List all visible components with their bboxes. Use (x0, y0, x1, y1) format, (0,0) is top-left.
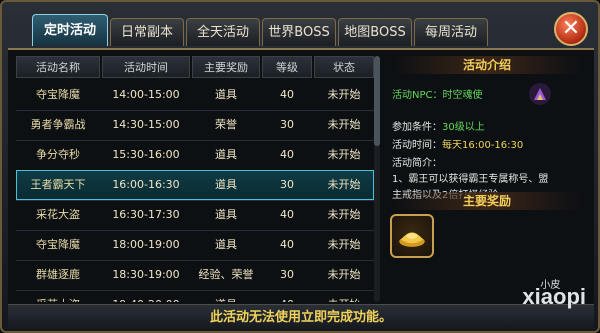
cell-level: 40 (280, 238, 294, 251)
cell-reward: 道具 (215, 88, 237, 101)
header-level: 等级 (262, 56, 312, 78)
table-row[interactable]: 采花大盗 16:30-17:30 道具 40 未开始 (16, 200, 374, 231)
cell-level: 30 (280, 118, 294, 131)
cell-level: 40 (280, 208, 294, 221)
cell-status: 未开始 (327, 208, 361, 221)
cell-reward: 道具 (192, 290, 260, 302)
cell-name: 夺宝降魔 (36, 238, 80, 251)
header-reward: 主要奖励 (192, 56, 260, 78)
condition-line: 参加条件：30级以上 (392, 118, 485, 133)
tab-weekly-activity[interactable]: 每周活动 (414, 18, 488, 46)
main-content: 活动名称 活动时间 主要奖励 等级 状态 夺宝降魔 14:00-15:00 道具 40… (8, 48, 594, 306)
cell-name: 勇者争霸战 (30, 118, 86, 131)
cell-name: 群雄逐鹿 (36, 268, 80, 281)
cell-reward: 荣誉 (215, 118, 237, 131)
cell-name: 王者霸天下 (30, 178, 86, 191)
time-label: 活动时间： (392, 140, 442, 151)
header-time: 活动时间 (102, 56, 190, 78)
table-row[interactable]: 群雄逐鹿 18:30-19:00 经验、荣誉 30 未开始 (16, 260, 374, 291)
tab-daily-dungeon[interactable]: 日常副本 (110, 18, 184, 46)
header-name: 活动名称 (16, 56, 100, 78)
cell-time: 16:00-16:30 (112, 178, 180, 191)
activity-window: 定时活动 日常副本 全天活动 世界BOSS 地图BOSS 每周活动 ✕ 活动名称… (0, 0, 600, 333)
npc-portrait-icon (529, 83, 551, 105)
watermark-logo: 小皮 xiaopi (522, 280, 586, 310)
table-row[interactable]: 采花大盗19:40-20:00道具40未开始 (16, 290, 374, 302)
cell-level: 40 (280, 148, 294, 161)
reward-title: 主要奖励 (394, 192, 580, 210)
cell-time: 14:00-15:00 (112, 88, 180, 101)
cell-reward: 道具 (215, 208, 237, 221)
cell-name: 争分夺秒 (36, 148, 80, 161)
cell-name: 采花大盗 (36, 208, 80, 221)
cell-status: 未开始 (314, 290, 374, 302)
tab-timed-activity[interactable]: 定时活动 (32, 14, 108, 46)
table-row[interactable]: 夺宝降魔 18:00-19:00 道具 40 未开始 (16, 230, 374, 261)
npc-label: 活动NPC： (392, 90, 443, 101)
cell-time: 18:00-19:00 (112, 238, 180, 251)
activity-table: 活动名称 活动时间 主要奖励 等级 状态 夺宝降魔 14:00-15:00 道具 40… (16, 56, 374, 302)
cell-status: 未开始 (327, 238, 361, 251)
intro-title: 活动介绍 (394, 56, 580, 74)
close-button[interactable]: ✕ (554, 12, 588, 46)
cell-level: 40 (280, 88, 294, 101)
cell-status: 未开始 (327, 118, 361, 131)
cell-status: 未开始 (327, 268, 361, 281)
cell-level: 30 (280, 178, 294, 191)
tab-world-boss[interactable]: 世界BOSS (262, 18, 336, 46)
tab-bar: 定时活动 日常副本 全天活动 世界BOSS 地图BOSS 每周活动 ✕ (10, 8, 594, 46)
table-row[interactable]: 争分夺秒 15:30-16:00 道具 40 未开始 (16, 140, 374, 171)
gold-ingot-icon (399, 232, 425, 247)
table-row[interactable]: 王者霸天下 16:00-16:30 道具 30 未开始 (16, 170, 374, 201)
cell-reward: 经验、荣誉 (198, 268, 254, 281)
cell-time: 19:40-20:00 (102, 290, 190, 302)
cell-level: 30 (280, 268, 294, 281)
tab-all-day-activity[interactable]: 全天活动 (186, 18, 260, 46)
cell-reward: 道具 (215, 178, 237, 191)
close-icon: ✕ (561, 16, 581, 41)
table-scrollbar[interactable] (374, 56, 380, 302)
cell-status: 未开始 (327, 148, 361, 161)
npc-line: 活动NPC：时空魂使 (392, 86, 483, 101)
cell-status: 未开始 (327, 88, 361, 101)
cell-time: 18:30-19:00 (112, 268, 180, 281)
condition-value: 30级以上 (442, 122, 485, 133)
header-status: 状态 (314, 56, 374, 78)
table-header: 活动名称 活动时间 主要奖励 等级 状态 (16, 56, 374, 78)
cell-name: 采花大盗 (16, 290, 100, 302)
cell-name: 夺宝降魔 (36, 88, 80, 101)
cell-time: 16:30-17:30 (112, 208, 180, 221)
table-row[interactable]: 勇者争霸战 14:30-15:00 荣誉 30 未开始 (16, 110, 374, 141)
bottom-notice-bar: 此活动无法使用立即完成功能。 (8, 304, 594, 331)
cell-time: 15:30-16:00 (112, 148, 180, 161)
cell-status: 未开始 (327, 178, 361, 191)
table-row[interactable]: 夺宝降魔 14:00-15:00 道具 40 未开始 (16, 80, 374, 111)
reward-slot[interactable] (390, 214, 434, 258)
desc-label: 活动简介： (392, 158, 442, 169)
scroll-thumb[interactable] (374, 56, 380, 146)
time-value: 每天16:00-16:30 (442, 140, 524, 151)
time-line: 活动时间：每天16:00-16:30 (392, 136, 523, 151)
bottom-notice-text: 此活动无法使用立即完成功能。 (209, 310, 392, 325)
condition-label: 参加条件： (392, 122, 442, 133)
cell-time: 14:30-15:00 (112, 118, 180, 131)
cell-reward: 道具 (215, 238, 237, 251)
npc-value: 时空魂使 (442, 90, 483, 101)
tab-map-boss[interactable]: 地图BOSS (338, 18, 412, 46)
desc-line-1: 1、霸王可以获得霸王专属称号、盟 (392, 174, 549, 185)
activity-detail-panel: 活动介绍 活动NPC：时空魂使 参加条件：30级以上 活动时间：每天16:00-… (384, 54, 590, 302)
cell-reward: 道具 (215, 148, 237, 161)
cell-level: 40 (262, 290, 312, 302)
watermark-small: 小皮 (540, 280, 561, 291)
